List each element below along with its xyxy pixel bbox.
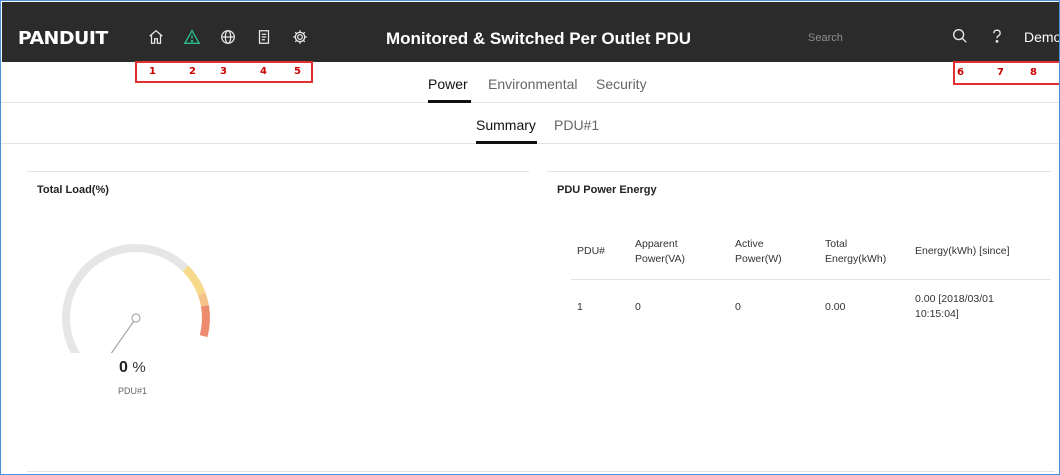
- tab-power[interactable]: Power: [428, 76, 468, 92]
- nav-icons: [138, 26, 318, 48]
- gauge-danger-zone: [199, 305, 210, 338]
- energy-table: PDU# Apparent Power(VA) Active Power(W) To…: [571, 225, 1051, 335]
- text-line: Active: [735, 237, 764, 250]
- gauge-value-unit: %: [132, 359, 146, 376]
- column-header: Apparent Power(VA): [629, 225, 729, 280]
- text-line: Total: [825, 237, 848, 250]
- app-frame: PANDUIT Monitored & Switched Per Outlet …: [0, 0, 1060, 475]
- energy-title: PDU Power Energy: [557, 184, 657, 196]
- tab-pdu1[interactable]: PDU#1: [554, 117, 599, 133]
- column-header: Active Power(W): [729, 225, 819, 280]
- gauge-value-number: 0: [119, 359, 128, 376]
- active-subtab-indicator: [476, 141, 537, 144]
- gauge-warning-zone: [197, 292, 209, 307]
- search-icon[interactable]: [949, 24, 971, 48]
- page-title: Monitored & Switched Per Outlet PDU: [386, 29, 692, 48]
- gauge-track: [62, 244, 189, 353]
- gauge-warning-zone: [182, 265, 206, 296]
- table-header-row: PDU# Apparent Power(VA) Active Power(W) To…: [571, 225, 1051, 280]
- panel-divider: [547, 171, 1051, 172]
- table-cell: 0.00: [825, 300, 846, 313]
- table-row: 1 0 0 0.00 0.00 [2018/03/01 10:15:04]: [571, 279, 1051, 335]
- text-line: Power(W): [735, 252, 782, 265]
- sub-tabs: Summary PDU#1: [1, 103, 1059, 144]
- table-cell: 0.00 [2018/03/01 10:15:04]: [909, 279, 1051, 335]
- text-line: 10:15:04]: [915, 308, 959, 321]
- table-cell: 0: [635, 300, 641, 313]
- panel-divider: [27, 171, 529, 172]
- tab-summary[interactable]: Summary: [476, 117, 536, 133]
- panel-divider: [27, 471, 1055, 472]
- total-load-title: Total Load(%): [37, 184, 109, 196]
- tab-security[interactable]: Security: [596, 76, 647, 92]
- load-gauge: [62, 244, 210, 353]
- table-cell: 1: [577, 300, 583, 313]
- table-cell-text: 0.00 [2018/03/01 10:15:04]: [915, 293, 994, 320]
- home-icon[interactable]: [138, 26, 174, 48]
- text-line: 0.00 [2018/03/01: [915, 293, 994, 306]
- column-header-text: Active Power(W): [735, 238, 782, 265]
- logo: PANDUIT: [17, 28, 108, 49]
- document-icon[interactable]: [246, 26, 282, 48]
- table-cell: 0: [735, 300, 741, 313]
- globe-icon[interactable]: [210, 26, 246, 48]
- user-menu[interactable]: Demo: [1024, 29, 1059, 45]
- main-tabs: Power Environmental Security: [1, 63, 1059, 103]
- column-header: Energy(kWh) [since]: [909, 225, 1051, 280]
- gear-icon[interactable]: [282, 26, 318, 48]
- column-header-text: Total Energy(kWh): [825, 238, 886, 265]
- help-icon[interactable]: [986, 24, 1008, 48]
- search-input[interactable]: [808, 28, 918, 48]
- gauge-hub: [131, 313, 141, 323]
- gauge-needle: [110, 320, 135, 353]
- column-header: Total Energy(kWh): [819, 225, 909, 280]
- alert-icon[interactable]: [174, 26, 210, 48]
- text-line: Energy(kWh): [825, 252, 887, 265]
- column-header-text: Apparent Power(VA): [635, 238, 685, 265]
- column-header: PDU#: [571, 225, 629, 280]
- gauge-value: 0 %: [119, 359, 146, 377]
- top-bar: PANDUIT Monitored & Switched Per Outlet …: [2, 2, 1059, 62]
- text-line: Apparent: [635, 237, 678, 250]
- gauge-label: PDU#1: [118, 386, 148, 396]
- tab-environmental[interactable]: Environmental: [488, 76, 578, 92]
- text-line: Power(VA): [635, 252, 685, 265]
